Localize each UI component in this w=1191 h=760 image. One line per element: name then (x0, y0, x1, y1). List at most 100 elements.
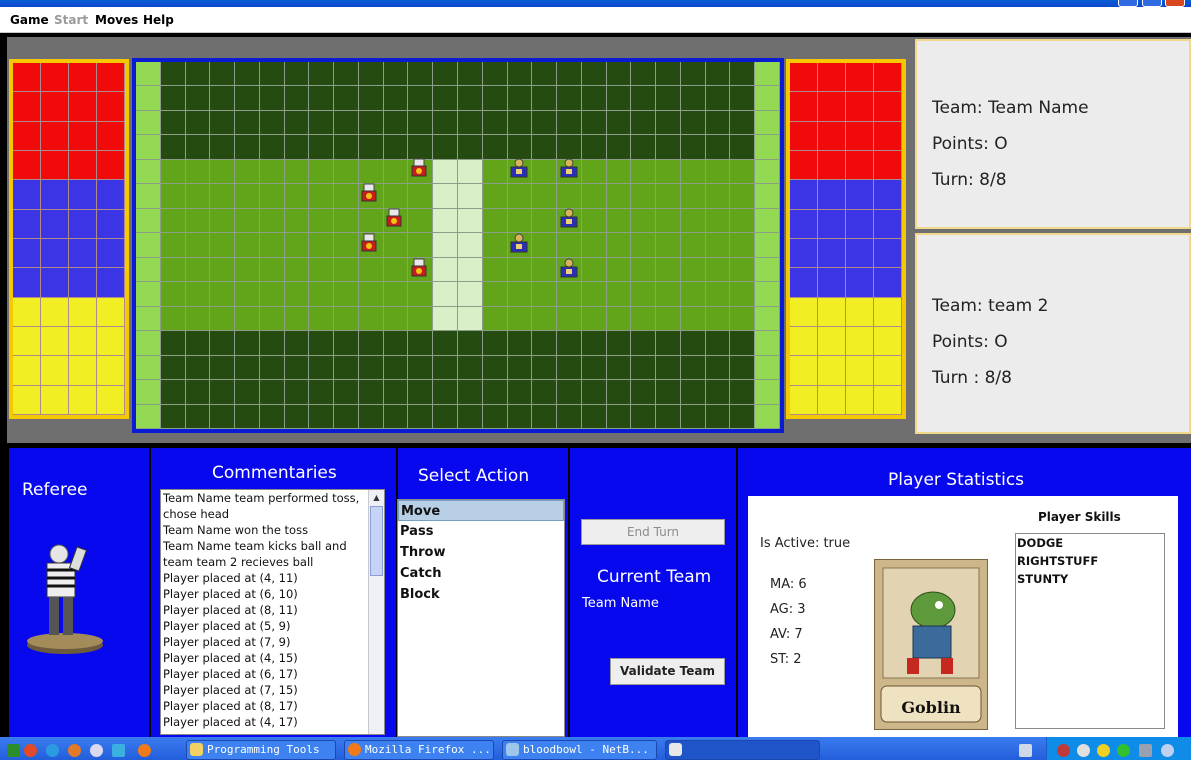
pitch-square[interactable] (309, 380, 335, 405)
pitch-square[interactable] (680, 110, 706, 136)
pitch-square[interactable] (309, 208, 335, 234)
pitch-square[interactable] (457, 184, 483, 209)
pitch-square[interactable] (730, 306, 756, 332)
pitch-square[interactable] (680, 208, 706, 234)
pitch-square[interactable] (680, 380, 706, 405)
app-icon[interactable] (112, 744, 125, 757)
pitch-square[interactable] (656, 306, 681, 332)
skills-list[interactable]: DODGE RIGHTSTUFF STUNTY (1015, 533, 1165, 729)
pitch-square[interactable] (507, 208, 533, 234)
player-red-token[interactable] (358, 183, 380, 205)
pitch-square[interactable] (730, 233, 756, 258)
pitch-square[interactable] (581, 257, 607, 283)
pitch-square[interactable] (185, 208, 211, 234)
pitch-square[interactable] (507, 380, 533, 405)
pitch-square[interactable] (259, 110, 285, 136)
pitch-square[interactable] (507, 110, 533, 136)
pitch-square[interactable] (136, 233, 161, 258)
pitch-square[interactable] (606, 306, 632, 332)
pitch-square[interactable] (705, 331, 731, 356)
pitch-square[interactable] (433, 62, 458, 87)
pitch-square[interactable] (482, 282, 508, 307)
pitch-square[interactable] (656, 331, 681, 356)
commentary-list[interactable]: Team Name team performed toss, chose head… (160, 489, 385, 735)
tray-icon[interactable] (1117, 744, 1130, 757)
pitch-square[interactable] (457, 159, 483, 185)
pitch-square[interactable] (408, 404, 434, 429)
action-item-block[interactable]: Block (398, 584, 564, 605)
app-icon[interactable] (68, 744, 81, 757)
pitch-square[interactable] (185, 159, 211, 185)
pitch-square[interactable] (309, 282, 335, 307)
pitch-square[interactable] (334, 110, 359, 136)
pitch-square[interactable] (606, 331, 632, 356)
player-red-token[interactable] (408, 158, 430, 180)
pitch-square[interactable] (705, 306, 731, 332)
pitch-square[interactable] (507, 282, 533, 307)
pitch-square[interactable] (730, 62, 756, 87)
pitch-square[interactable] (185, 355, 211, 381)
pitch-square[interactable] (606, 86, 632, 111)
pitch-square[interactable] (259, 282, 285, 307)
action-list[interactable]: Move Pass Throw Catch Block (397, 499, 565, 737)
pitch-square[interactable] (210, 62, 236, 87)
pitch-square[interactable] (259, 306, 285, 332)
pitch-square[interactable] (185, 184, 211, 209)
pitch-square[interactable] (457, 135, 483, 160)
pitch-square[interactable] (457, 331, 483, 356)
taskbar-item-java-app[interactable] (665, 740, 820, 760)
pitch-square[interactable] (383, 184, 409, 209)
pitch-square[interactable] (334, 404, 359, 429)
pitch-square[interactable] (730, 86, 756, 111)
pitch-square[interactable] (507, 355, 533, 381)
pitch-square[interactable] (705, 380, 731, 405)
pitch-square[interactable] (631, 355, 657, 381)
pitch-square[interactable] (705, 233, 731, 258)
pitch-square[interactable] (557, 110, 582, 136)
pitch-square[interactable] (755, 233, 780, 258)
pitch-square[interactable] (755, 110, 780, 136)
pitch-square[interactable] (235, 86, 260, 111)
pitch-square[interactable] (482, 159, 508, 185)
pitch-square[interactable] (631, 331, 657, 356)
pitch-square[interactable] (581, 380, 607, 405)
player-blue-token[interactable] (558, 208, 580, 230)
pitch-square[interactable] (185, 110, 211, 136)
pitch-square[interactable] (705, 86, 731, 111)
pitch-square[interactable] (606, 110, 632, 136)
commentary-scrollbar[interactable]: ▲ (368, 490, 384, 734)
pitch-square[interactable] (730, 404, 756, 429)
pitch-square[interactable] (656, 110, 681, 136)
pitch-square[interactable] (284, 306, 310, 332)
pitch-square[interactable] (606, 62, 632, 87)
pitch-square[interactable] (482, 331, 508, 356)
pitch-square[interactable] (755, 62, 780, 87)
pitch-square[interactable] (755, 355, 780, 381)
pitch-square[interactable] (334, 86, 359, 111)
pitch-square[interactable] (532, 331, 558, 356)
player-red-token[interactable] (383, 208, 405, 230)
pitch-square[interactable] (284, 331, 310, 356)
pitch-square[interactable] (284, 257, 310, 283)
pitch-square[interactable] (755, 86, 780, 111)
pitch-square[interactable] (532, 110, 558, 136)
player-red-token[interactable] (358, 233, 380, 255)
pitch-square[interactable] (160, 184, 186, 209)
pitch-square[interactable] (433, 380, 458, 405)
pitch-square[interactable] (457, 208, 483, 234)
pitch-square[interactable] (581, 110, 607, 136)
pitch-square[interactable] (457, 355, 483, 381)
pitch-square[interactable] (309, 331, 335, 356)
keyboard-icon[interactable] (1019, 744, 1032, 757)
pitch-square[interactable] (235, 208, 260, 234)
pitch-square[interactable] (160, 62, 186, 87)
pitch-square[interactable] (482, 306, 508, 332)
pitch-square[interactable] (334, 184, 359, 209)
pitch-square[interactable] (433, 282, 458, 307)
pitch-square[interactable] (705, 159, 731, 185)
pitch-square[interactable] (259, 355, 285, 381)
pitch-square[interactable] (581, 282, 607, 307)
pitch-square[interactable] (160, 159, 186, 185)
pitch-square[interactable] (259, 233, 285, 258)
pitch-square[interactable] (482, 233, 508, 258)
